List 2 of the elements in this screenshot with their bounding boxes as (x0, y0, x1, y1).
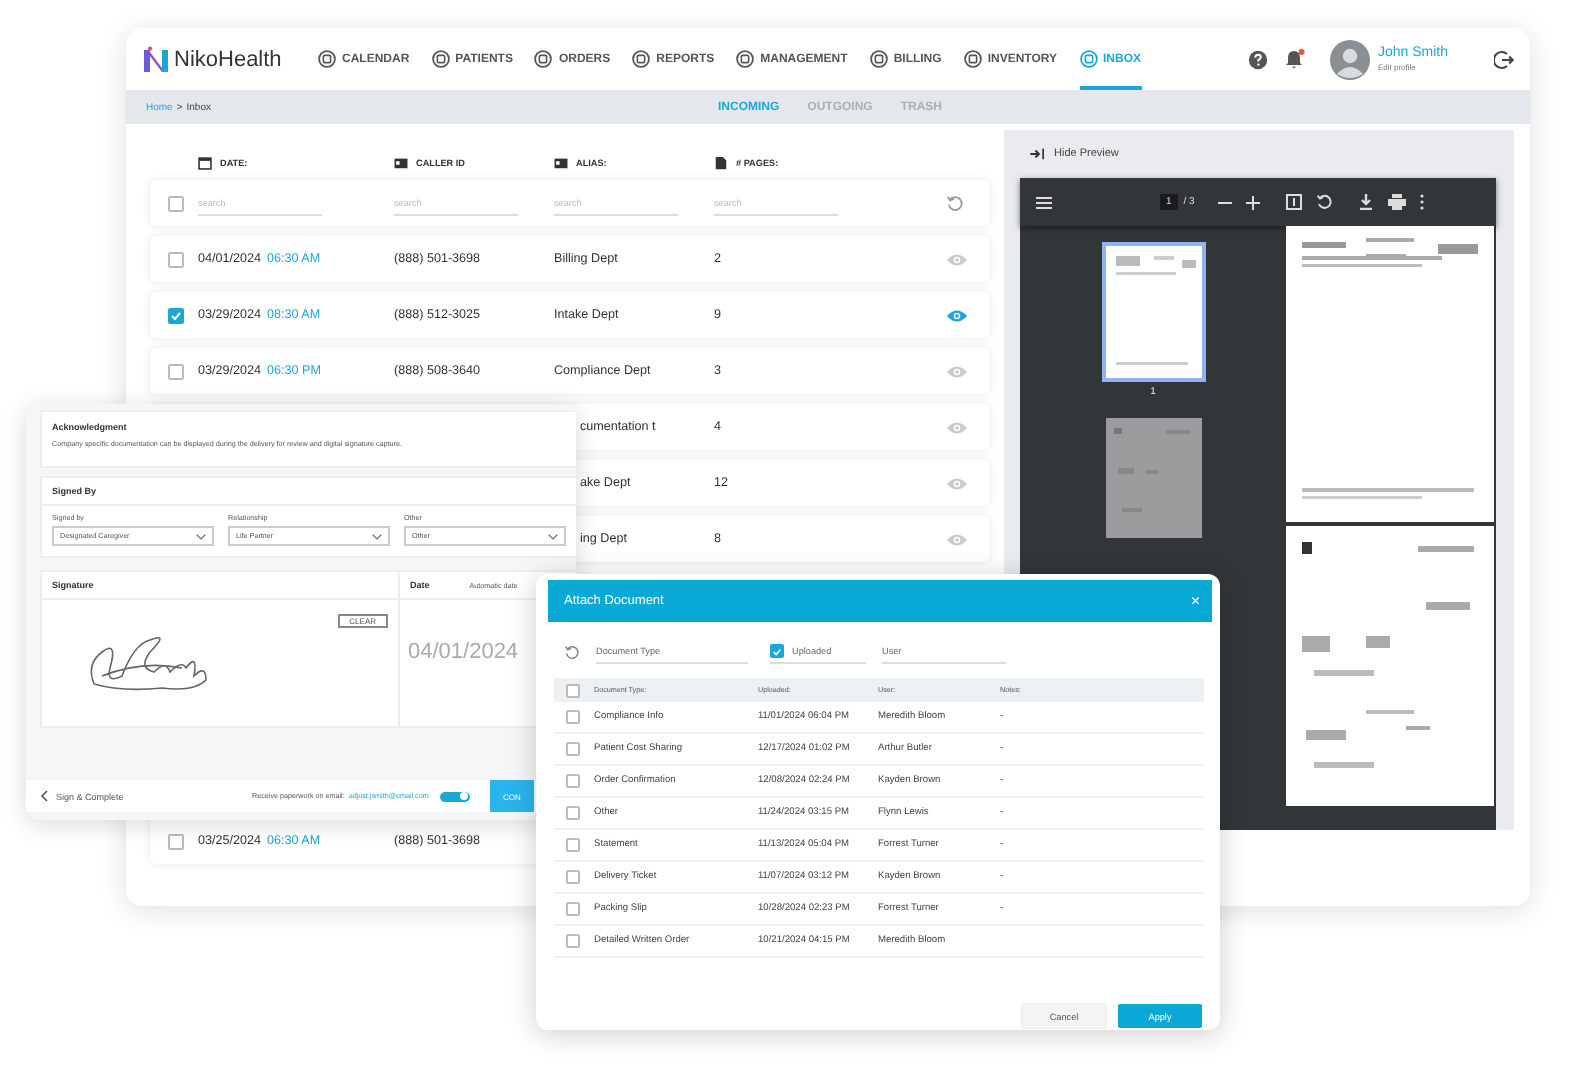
date-value: 04/01/2024 (408, 640, 519, 664)
logo-text: NikoHealth (174, 47, 282, 71)
